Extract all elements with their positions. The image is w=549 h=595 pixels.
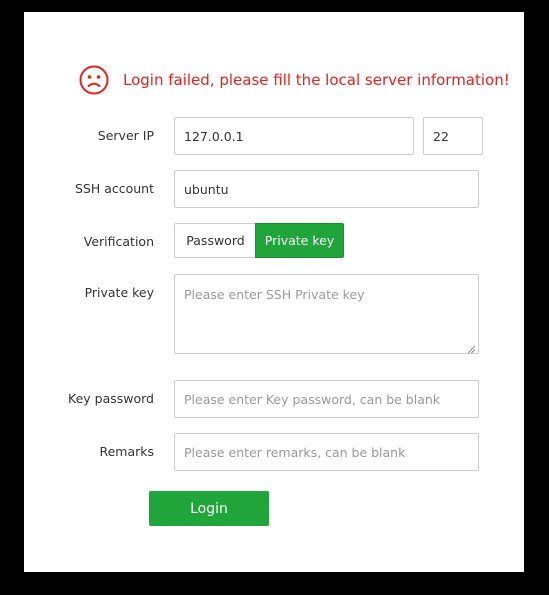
login-dialog: Login failed, please fill the local serv… (24, 12, 524, 572)
remarks-label: Remarks (99, 444, 154, 459)
key-password-label: Key password (68, 391, 154, 406)
error-message-row: Login failed, please fill the local serv… (79, 65, 510, 95)
resize-grip-icon[interactable] (467, 342, 476, 354)
private-key-placeholder: Please enter SSH Private key (184, 287, 365, 302)
verification-password-option[interactable]: Password (174, 223, 256, 258)
server-ip-input[interactable]: 127.0.0.1 (174, 117, 414, 155)
verification-private-key-option[interactable]: Private key (255, 223, 344, 258)
ssh-account-label: SSH account (74, 181, 154, 196)
sad-face-icon (79, 65, 109, 95)
server-ip-label: Server IP (97, 128, 154, 143)
login-button[interactable]: Login (149, 491, 269, 526)
error-message: Login failed, please fill the local serv… (123, 71, 510, 89)
remarks-input[interactable]: Please enter remarks, can be blank (174, 433, 479, 471)
ssh-account-input[interactable]: ubuntu (174, 170, 479, 208)
key-password-input[interactable]: Please enter Key password, can be blank (174, 380, 479, 418)
port-input[interactable]: 22 (423, 117, 483, 155)
verification-label: Verification (83, 234, 154, 249)
private-key-textarea[interactable]: Please enter SSH Private key (174, 274, 479, 354)
private-key-label: Private key (84, 285, 154, 300)
